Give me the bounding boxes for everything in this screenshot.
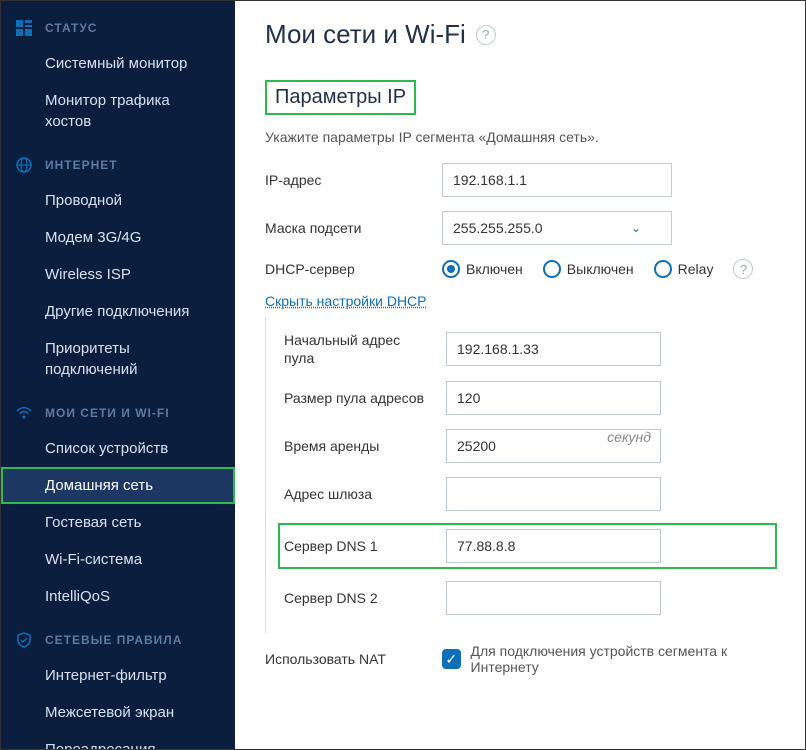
- radio-icon: [442, 260, 460, 278]
- chevron-down-icon: ⌄: [631, 221, 641, 235]
- select-mask[interactable]: 255.255.255.0 ⌄: [442, 211, 672, 245]
- input-dns2[interactable]: [446, 581, 661, 615]
- nav-section-title: МОИ СЕТИ И WI-FI: [45, 406, 170, 420]
- sidebar-item-system-monitor[interactable]: Системный монитор: [1, 45, 235, 82]
- input-pool-start[interactable]: [446, 332, 661, 366]
- input-dns1[interactable]: [446, 529, 661, 563]
- nav-section-networks: МОИ СЕТИ И WI-FI Список устройств Домашн…: [1, 396, 235, 615]
- globe-icon: [15, 156, 33, 174]
- section-desc: Укажите параметры IP сегмента «Домашняя …: [265, 129, 775, 145]
- sidebar-item-internet-filter[interactable]: Интернет-фильтр: [1, 657, 235, 694]
- sidebar-item-wireless-isp[interactable]: Wireless ISP: [1, 256, 235, 293]
- sidebar: СТАТУС Системный монитор Монитор трафика…: [1, 1, 235, 749]
- input-gateway[interactable]: [446, 477, 661, 511]
- nav-section-internet: ИНТЕРНЕТ Проводной Модем 3G/4G Wireless …: [1, 148, 235, 388]
- sidebar-item-guest-network[interactable]: Гостевая сеть: [1, 504, 235, 541]
- label-dns1: Сервер DNS 1: [284, 537, 434, 555]
- sidebar-item-traffic-monitor[interactable]: Монитор трафика хостов: [1, 82, 235, 140]
- page-title: Мои сети и Wi-Fi ?: [265, 19, 775, 50]
- shield-icon: [15, 631, 33, 649]
- row-dhcp-server: DHCP-сервер Включен Выключен Relay ?: [265, 259, 775, 279]
- nav-section-title: СЕТЕВЫЕ ПРАВИЛА: [45, 633, 182, 647]
- section-title-ip: Параметры IP: [265, 80, 416, 115]
- nav-section-title: СТАТУС: [45, 21, 97, 35]
- nav-section-title: ИНТЕРНЕТ: [45, 158, 118, 172]
- label-mask: Маска подсети: [265, 219, 430, 237]
- label-pool-start: Начальный адрес пула: [284, 331, 434, 367]
- input-wrap-lease: секунд: [446, 429, 661, 463]
- help-icon[interactable]: ?: [476, 25, 496, 45]
- sidebar-item-intelliqos[interactable]: IntelliQoS: [1, 578, 235, 615]
- row-ip-address: IP-адрес: [265, 163, 775, 197]
- checkbox-nat[interactable]: ✓: [442, 649, 461, 669]
- nav-section-header-status[interactable]: СТАТУС: [1, 11, 235, 45]
- sidebar-item-wifi-system[interactable]: Wi-Fi-система: [1, 541, 235, 578]
- nav-section-rules: СЕТЕВЫЕ ПРАВИЛА Интернет-фильтр Межсетев…: [1, 623, 235, 749]
- main-content: Мои сети и Wi-Fi ? Параметры IP Укажите …: [235, 1, 805, 749]
- dashboard-icon: [15, 19, 33, 37]
- sidebar-item-device-list[interactable]: Список устройств: [1, 430, 235, 467]
- link-hide-dhcp[interactable]: Скрыть настройки DHCP: [265, 293, 427, 309]
- label-ip: IP-адрес: [265, 171, 430, 189]
- input-lease[interactable]: [446, 429, 661, 463]
- dhcp-radio-group: Включен Выключен Relay ?: [442, 259, 753, 279]
- label-nat: Использовать NAT: [265, 650, 430, 668]
- radio-dhcp-relay[interactable]: Relay: [654, 260, 714, 278]
- row-pool-start: Начальный адрес пула: [284, 331, 775, 367]
- nav-section-header-rules[interactable]: СЕТЕВЫЕ ПРАВИЛА: [1, 623, 235, 657]
- label-pool-size: Размер пула адресов: [284, 389, 434, 407]
- nat-desc: Для подключения устройств сегмента к Инт…: [471, 643, 775, 675]
- sidebar-item-other-connections[interactable]: Другие подключения: [1, 293, 235, 330]
- sidebar-item-firewall[interactable]: Межсетевой экран: [1, 694, 235, 731]
- sidebar-item-priority[interactable]: Приоритеты подключений: [1, 330, 235, 388]
- nav-section-header-networks[interactable]: МОИ СЕТИ И WI-FI: [1, 396, 235, 430]
- row-dns2: Сервер DNS 2: [284, 581, 775, 615]
- row-lease-time: Время аренды секунд: [284, 429, 775, 463]
- radio-icon: [654, 260, 672, 278]
- radio-dhcp-on[interactable]: Включен: [442, 260, 523, 278]
- radio-label: Relay: [678, 261, 714, 277]
- nat-checkbox-row: ✓ Для подключения устройств сегмента к И…: [442, 643, 775, 675]
- radio-label: Выключен: [567, 261, 634, 277]
- page-title-text: Мои сети и Wi-Fi: [265, 19, 466, 50]
- sidebar-item-wired[interactable]: Проводной: [1, 182, 235, 219]
- label-dhcp: DHCP-сервер: [265, 260, 430, 278]
- help-icon[interactable]: ?: [733, 259, 753, 279]
- label-lease: Время аренды: [284, 437, 434, 455]
- row-dns1: Сервер DNS 1: [280, 525, 775, 567]
- input-ip[interactable]: [442, 163, 672, 197]
- label-dns2: Сервер DNS 2: [284, 589, 434, 607]
- input-pool-size[interactable]: [446, 381, 661, 415]
- nav-section-status: СТАТУС Системный монитор Монитор трафика…: [1, 11, 235, 140]
- label-gateway: Адрес шлюза: [284, 485, 434, 503]
- row-subnet-mask: Маска подсети 255.255.255.0 ⌄: [265, 211, 775, 245]
- sidebar-item-modem[interactable]: Модем 3G/4G: [1, 219, 235, 256]
- radio-icon: [543, 260, 561, 278]
- radio-dhcp-off[interactable]: Выключен: [543, 260, 634, 278]
- row-gateway: Адрес шлюза: [284, 477, 775, 511]
- select-mask-value: 255.255.255.0: [453, 220, 543, 236]
- row-pool-size: Размер пула адресов: [284, 381, 775, 415]
- sidebar-item-home-network[interactable]: Домашняя сеть: [1, 467, 235, 504]
- wifi-icon: [15, 404, 33, 422]
- radio-label: Включен: [466, 261, 523, 277]
- nav-section-header-internet[interactable]: ИНТЕРНЕТ: [1, 148, 235, 182]
- sidebar-item-forwarding[interactable]: Переадресация: [1, 731, 235, 749]
- row-nat: Использовать NAT ✓ Для подключения устро…: [265, 643, 775, 675]
- dhcp-settings-block: Начальный адрес пула Размер пула адресов…: [265, 317, 775, 633]
